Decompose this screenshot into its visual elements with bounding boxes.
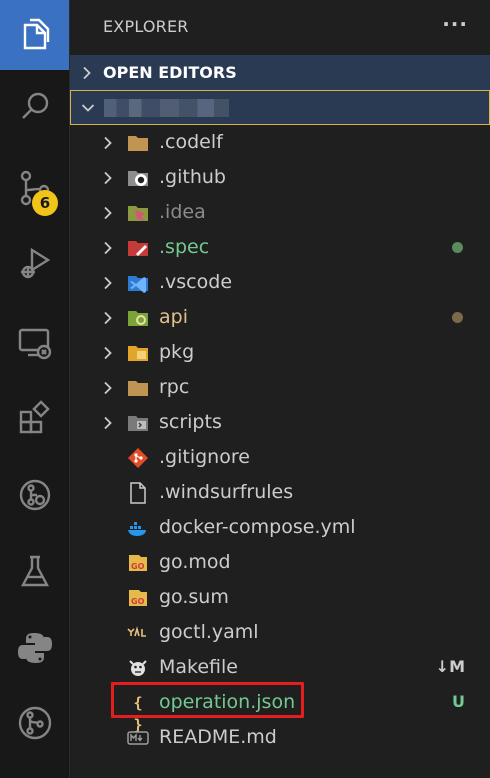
tree-item-label: go.sum (159, 586, 229, 608)
git-icon (128, 448, 148, 468)
git-graph-activity-icon[interactable] (0, 460, 69, 530)
git-status-modified: ↓M (435, 657, 465, 676)
tree-item-label: rpc (159, 376, 190, 398)
sidebar-title: EXPLORER (103, 17, 189, 36)
tree-file[interactable]: README.md (70, 720, 490, 755)
svg-text:GO: GO (131, 597, 145, 606)
remote-explorer-activity-icon[interactable] (0, 308, 69, 378)
tree-folder[interactable]: rpc (70, 370, 490, 405)
open-editors-section[interactable]: OPEN EDITORS (70, 55, 490, 90)
modified-dot (452, 312, 463, 323)
file-icon (130, 482, 146, 504)
testing-activity-icon[interactable] (0, 537, 69, 607)
chevron-right-icon (83, 66, 91, 80)
scm-count-badge: 6 (32, 190, 58, 216)
tree-folder[interactable]: scripts (70, 405, 490, 440)
tree-item-label: .spec (159, 236, 210, 258)
tree-item-label: pkg (159, 341, 195, 363)
gnu-makefile-icon (129, 660, 147, 676)
scripts-folder-icon (128, 416, 148, 431)
tree-file[interactable]: docker-compose.yml (70, 510, 490, 545)
tree-item-label: .codelf (159, 131, 223, 153)
chevron-right-icon (104, 381, 112, 395)
chevron-right-icon (104, 241, 112, 255)
tree-item-label: go.mod (159, 551, 231, 573)
tree-item-label: Makefile (159, 656, 238, 678)
yaml-icon (127, 626, 146, 637)
folder-icon (128, 136, 148, 151)
tree-item-label: .vscode (159, 271, 233, 293)
api-folder-icon (128, 311, 148, 326)
tree-item-label: docker-compose.yml (159, 516, 356, 538)
redacted-project-name (104, 98, 229, 117)
github-folder-icon (128, 171, 148, 186)
tree-item-label: api (159, 306, 188, 328)
tree-file[interactable]: .gitignore (70, 440, 490, 475)
search-activity-icon[interactable] (0, 72, 69, 142)
tree-file[interactable]: goctl.yaml (70, 615, 490, 650)
explorer-sidebar: EXPLORER ··· OPEN EDITORS .codelf .githu… (70, 0, 490, 778)
chevron-right-icon (104, 416, 112, 430)
package-folder-icon (128, 346, 148, 361)
chevron-right-icon (104, 346, 112, 360)
tree-file[interactable]: .windsurfrules (70, 475, 490, 510)
vscode-folder-icon (128, 276, 148, 293)
tree-item-label: .idea (159, 201, 206, 223)
highlight-box (111, 682, 304, 718)
spec-folder-icon (128, 241, 148, 256)
tree-item-label: scripts (159, 411, 222, 433)
more-actions-button[interactable]: ··· (442, 12, 468, 36)
gitlens-activity-icon[interactable] (0, 688, 69, 758)
chevron-right-icon (104, 136, 112, 150)
svg-text:GO: GO (131, 562, 145, 571)
tree-file[interactable]: GO go.sum (70, 580, 490, 615)
tree-item-label: README.md (159, 726, 277, 748)
folder-icon (128, 381, 148, 396)
chevron-right-icon (104, 171, 112, 185)
markdown-icon (127, 731, 149, 745)
git-status-untracked: U (452, 692, 465, 711)
tree-file[interactable]: Makefile ↓M (70, 650, 490, 685)
chevron-down-icon (81, 104, 95, 112)
activity-bar: 6 (0, 0, 70, 778)
tree-folder[interactable]: .idea (70, 195, 490, 230)
tree-folder[interactable]: pkg (70, 335, 490, 370)
go-mod-icon: GO (129, 555, 147, 571)
run-debug-activity-icon[interactable] (0, 228, 69, 298)
tree-item-label: .gitignore (159, 446, 250, 468)
tree-item-label: goctl.yaml (159, 621, 259, 643)
python-activity-icon[interactable] (0, 613, 69, 683)
docker-icon (128, 522, 146, 536)
go-sum-icon: GO (129, 590, 147, 606)
explorer-activity-icon[interactable] (0, 0, 69, 70)
tree-file[interactable]: GO go.mod (70, 545, 490, 580)
tree-folder[interactable]: api (70, 300, 490, 335)
tree-item-label: .github (159, 166, 226, 188)
chevron-right-icon (104, 206, 112, 220)
project-root-section[interactable] (70, 90, 490, 125)
idea-folder-icon (128, 206, 148, 221)
tree-folder[interactable]: .codelf (70, 125, 490, 160)
tree-item-label: .windsurfrules (159, 481, 294, 503)
tree-folder[interactable]: .spec (70, 230, 490, 265)
chevron-right-icon (104, 311, 112, 325)
modified-dot (452, 242, 463, 253)
tree-folder[interactable]: .github (70, 160, 490, 195)
chevron-right-icon (104, 276, 112, 290)
vscode-window: 6 EXPLORER ··· OPEN EDITORS .codelf .git… (0, 0, 490, 778)
extensions-activity-icon[interactable] (0, 383, 69, 453)
open-editors-label: OPEN EDITORS (103, 63, 237, 82)
tree-folder[interactable]: .vscode (70, 265, 490, 300)
